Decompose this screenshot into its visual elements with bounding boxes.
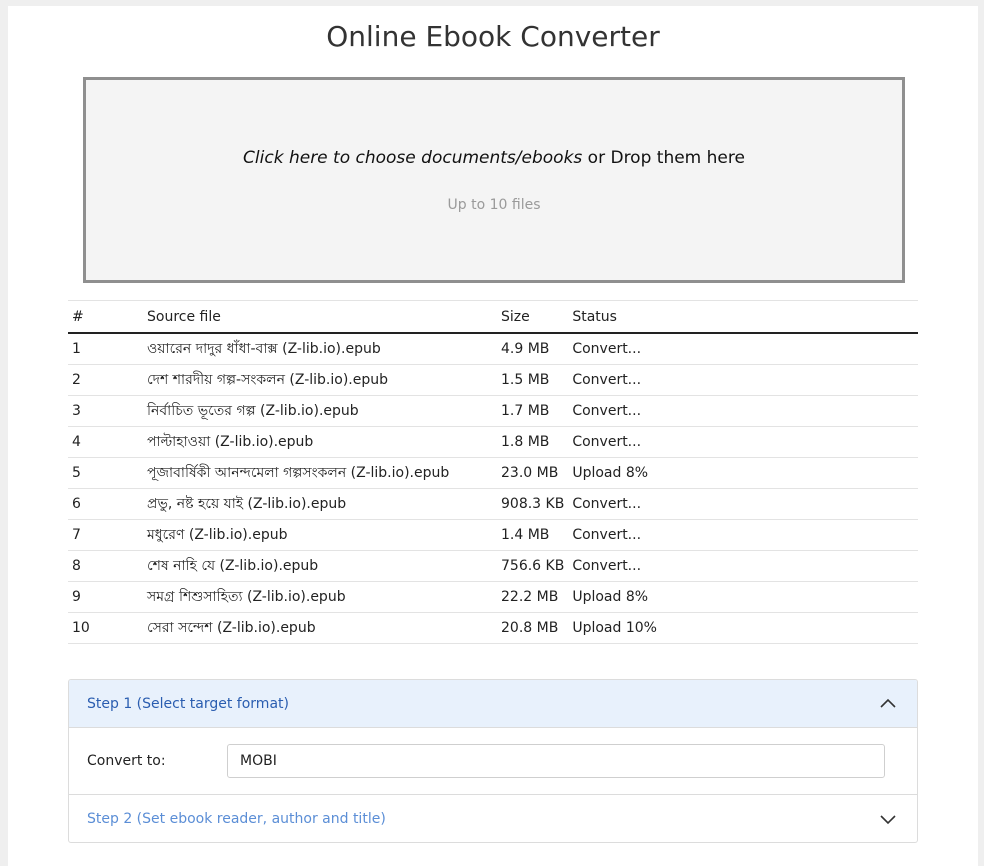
table-row: 3 নির্বাচিত ভূতের গল্প (Z-lib.io).epub 1.7… [68, 395, 918, 427]
table-header-row: # Source file Size Status [68, 300, 918, 334]
file-index: 2 [68, 364, 143, 396]
target-format-select[interactable]: MOBI [227, 744, 885, 778]
table-row: 10 সেরা সন্দেশ (Z-lib.io).epub 20.8 MB Uplo… [68, 612, 918, 644]
chevron-up-icon [880, 698, 896, 708]
file-name: নির্বাচিত ভূতের গল্প (Z-lib.io).epub [143, 395, 497, 427]
file-size: 1.7 MB [497, 395, 569, 427]
file-status: Convert... [568, 550, 918, 582]
chevron-down-icon [880, 814, 896, 824]
page-title: Online Ebook Converter [326, 20, 660, 53]
dropzone-prompt: Click here to choose documents/ebooks or… [86, 148, 902, 168]
table-row: 6 প্রভু, নষ্ট হয়ে যাই (Z-lib.io).epub 908… [68, 488, 918, 520]
file-size: 908.3 KB [497, 488, 569, 520]
steps-accordion: Step 1 (Select target format) Convert to… [68, 679, 918, 843]
file-name: মধুরেণ (Z-lib.io).epub [143, 519, 497, 551]
file-size: 20.8 MB [497, 612, 569, 644]
file-name: ওয়ারেন দাদুর ধাঁধা-বাক্স (Z-lib.io).epu… [143, 333, 497, 365]
file-index: 4 [68, 426, 143, 458]
file-name: প্রভু, নষ্ট হয়ে যাই (Z-lib.io).epub [143, 488, 497, 520]
file-name: দেশ শারদীয় গল্প-সংকলন (Z-lib.io).epub [143, 364, 497, 396]
file-index: 7 [68, 519, 143, 551]
file-status: Convert... [568, 488, 918, 520]
file-size: 1.5 MB [497, 364, 569, 396]
file-status: Convert... [568, 395, 918, 427]
step2-header[interactable]: Step 2 (Set ebook reader, author and tit… [69, 794, 917, 842]
table-row: 5 পূজাবার্ষিকী আনন্দমেলা গল্পসংকলন (Z-lib… [68, 457, 918, 489]
file-name: শেষ নাহি যে (Z-lib.io).epub [143, 550, 497, 582]
file-index: 8 [68, 550, 143, 582]
file-size: 1.8 MB [497, 426, 569, 458]
file-name: পূজাবার্ষিকী আনন্দমেলা গল্পসংকলন (Z-lib.… [143, 457, 497, 489]
file-name: পাল্টাহাওয়া (Z-lib.io).epub [143, 426, 497, 458]
table-row: 9 সমগ্র শিশুসাহিত্য (Z-lib.io).epub 22.2 M… [68, 581, 918, 613]
choose-files-link[interactable]: Click here to choose documents/ebooks [243, 148, 582, 168]
col-header-num: # [68, 300, 143, 334]
file-size: 22.2 MB [497, 581, 569, 613]
file-name: সমগ্র শিশুসাহিত্য (Z-lib.io).epub [143, 581, 497, 613]
table-row: 2 দেশ শারদীয় গল্প-সংকলন (Z-lib.io).epub 1… [68, 364, 918, 396]
file-name: সেরা সন্দেশ (Z-lib.io).epub [143, 612, 497, 644]
target-format-value: MOBI [240, 753, 277, 769]
drop-hint: or Drop them here [582, 148, 745, 168]
file-status: Upload 8% [568, 581, 918, 613]
table-row: 1 ওয়ারেন দাদুর ধাঁধা-বাক্স (Z-lib.io).ep… [68, 333, 918, 365]
table-row: 7 মধুরেণ (Z-lib.io).epub 1.4 MB Convert... [68, 519, 918, 551]
file-status: Convert... [568, 426, 918, 458]
file-index: 9 [68, 581, 143, 613]
file-index: 3 [68, 395, 143, 427]
table-row: 4 পাল্টাহাওয়া (Z-lib.io).epub 1.8 MB Conve… [68, 426, 918, 458]
files-table: # Source file Size Status 1 ওয়ারেন দাদুর… [68, 300, 918, 644]
file-index: 1 [68, 333, 143, 365]
file-dropzone[interactable]: Click here to choose documents/ebooks or… [83, 77, 905, 283]
step1-body: Convert to: MOBI [69, 728, 917, 794]
file-size: 756.6 KB [497, 550, 569, 582]
file-limit-text: Up to 10 files [447, 197, 541, 213]
table-row: 8 শেষ নাহি যে (Z-lib.io).epub 756.6 KB Conv… [68, 550, 918, 582]
file-status: Upload 8% [568, 457, 918, 489]
col-header-size: Size [497, 300, 569, 334]
file-size: 4.9 MB [497, 333, 569, 365]
step2-label: Step 2 (Set ebook reader, author and tit… [87, 810, 386, 827]
file-size: 1.4 MB [497, 519, 569, 551]
file-status: Convert... [568, 364, 918, 396]
step1-label: Step 1 (Select target format) [87, 695, 289, 712]
step1-header[interactable]: Step 1 (Select target format) [69, 680, 917, 728]
col-header-source: Source file [143, 300, 497, 334]
file-status: Convert... [568, 333, 918, 365]
file-index: 5 [68, 457, 143, 489]
col-header-status: Status [568, 300, 918, 334]
file-index: 10 [68, 612, 143, 644]
page: Online Ebook Converter Click here to cho… [8, 6, 978, 866]
file-status: Upload 10% [568, 612, 918, 644]
file-status: Convert... [568, 519, 918, 551]
file-size: 23.0 MB [497, 457, 569, 489]
convert-to-label: Convert to: [87, 753, 166, 769]
file-index: 6 [68, 488, 143, 520]
